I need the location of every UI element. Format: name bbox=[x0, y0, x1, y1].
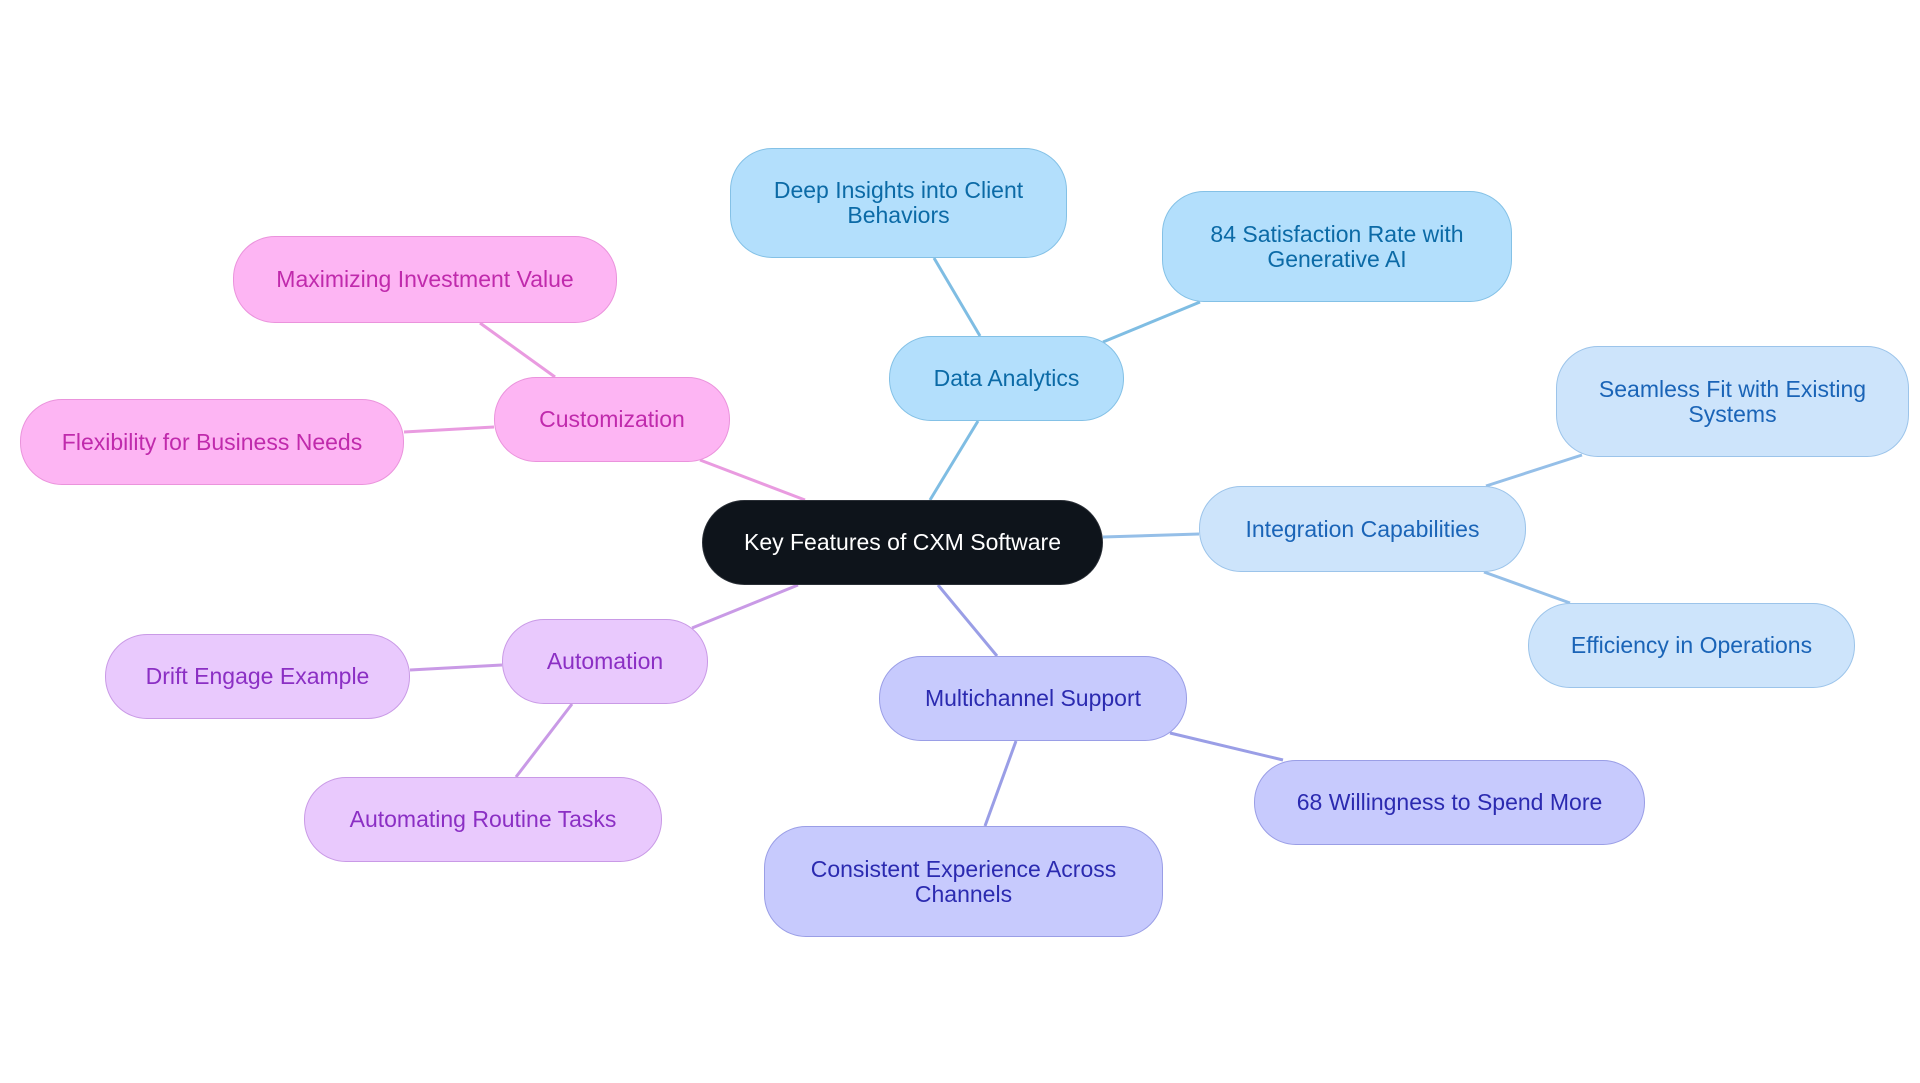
branch-automation[interactable]: Automation bbox=[502, 619, 708, 704]
edge-customization-flexibility bbox=[403, 425, 495, 434]
edge-root-integration bbox=[1102, 532, 1200, 539]
leaf-deep-insights[interactable]: Deep Insights into Client Behaviors bbox=[730, 148, 1067, 258]
leaf-consistent-experience[interactable]: Consistent Experience Across Channels bbox=[764, 826, 1163, 937]
leaf-automating-routine[interactable]: Automating Routine Tasks bbox=[304, 777, 662, 862]
edge-automation-routine bbox=[514, 703, 574, 778]
branch-label: Automation bbox=[546, 648, 664, 674]
branch-integration-capabilities[interactable]: Integration Capabilities bbox=[1199, 486, 1526, 572]
branch-label: Integration Capabilities bbox=[1245, 515, 1480, 542]
edge-data-analytics-deep-insights bbox=[932, 257, 982, 337]
leaf-maximizing-investment[interactable]: Maximizing Investment Value bbox=[233, 236, 617, 323]
edge-root-data-analytics bbox=[928, 420, 980, 501]
leaf-seamless-fit[interactable]: Seamless Fit with Existing Systems bbox=[1556, 346, 1909, 457]
edge-customization-maximizing bbox=[479, 321, 556, 379]
leaf-willingness-to-spend[interactable]: 68 Willingness to Spend More bbox=[1254, 760, 1645, 845]
leaf-label: Flexibility for Business Needs bbox=[61, 428, 363, 455]
edge-multichannel-willingness bbox=[1169, 731, 1284, 762]
edge-root-multichannel bbox=[936, 584, 999, 657]
edge-root-customization bbox=[699, 458, 806, 502]
leaf-label: Consistent Experience Across Channels bbox=[810, 855, 1117, 907]
leaf-satisfaction-rate[interactable]: 84 Satisfaction Rate with Generative AI bbox=[1162, 191, 1512, 302]
branch-customization[interactable]: Customization bbox=[494, 377, 730, 462]
edge-automation-drift bbox=[409, 663, 503, 672]
root-node[interactable]: Key Features of CXM Software bbox=[702, 500, 1103, 585]
leaf-drift-engage[interactable]: Drift Engage Example bbox=[105, 634, 410, 719]
edge-data-analytics-satisfaction bbox=[1102, 300, 1201, 344]
edge-integration-efficiency bbox=[1483, 570, 1571, 605]
branch-label: Customization bbox=[539, 406, 685, 432]
leaf-label: Drift Engage Example bbox=[145, 663, 370, 689]
edge-root-automation bbox=[691, 583, 799, 630]
leaf-label: Efficiency in Operations bbox=[1570, 632, 1813, 658]
leaf-label: Automating Routine Tasks bbox=[349, 806, 617, 832]
branch-data-analytics[interactable]: Data Analytics bbox=[889, 336, 1124, 421]
leaf-label: Maximizing Investment Value bbox=[276, 266, 574, 292]
branch-label: Data Analytics bbox=[933, 365, 1080, 391]
branch-label: Multichannel Support bbox=[924, 685, 1142, 711]
root-label: Key Features of CXM Software bbox=[743, 529, 1061, 555]
leaf-label: 68 Willingness to Spend More bbox=[1296, 789, 1603, 815]
leaf-label: Deep Insights into Client Behaviors bbox=[773, 177, 1024, 228]
leaf-label: Seamless Fit with Existing Systems bbox=[1598, 375, 1867, 427]
leaf-label: 84 Satisfaction Rate with Generative AI bbox=[1210, 220, 1464, 272]
edge-multichannel-consistent bbox=[983, 740, 1018, 827]
leaf-efficiency[interactable]: Efficiency in Operations bbox=[1528, 603, 1855, 688]
branch-multichannel-support[interactable]: Multichannel Support bbox=[879, 656, 1187, 741]
edge-integration-seamless bbox=[1485, 453, 1583, 488]
leaf-flexibility[interactable]: Flexibility for Business Needs bbox=[20, 399, 404, 485]
